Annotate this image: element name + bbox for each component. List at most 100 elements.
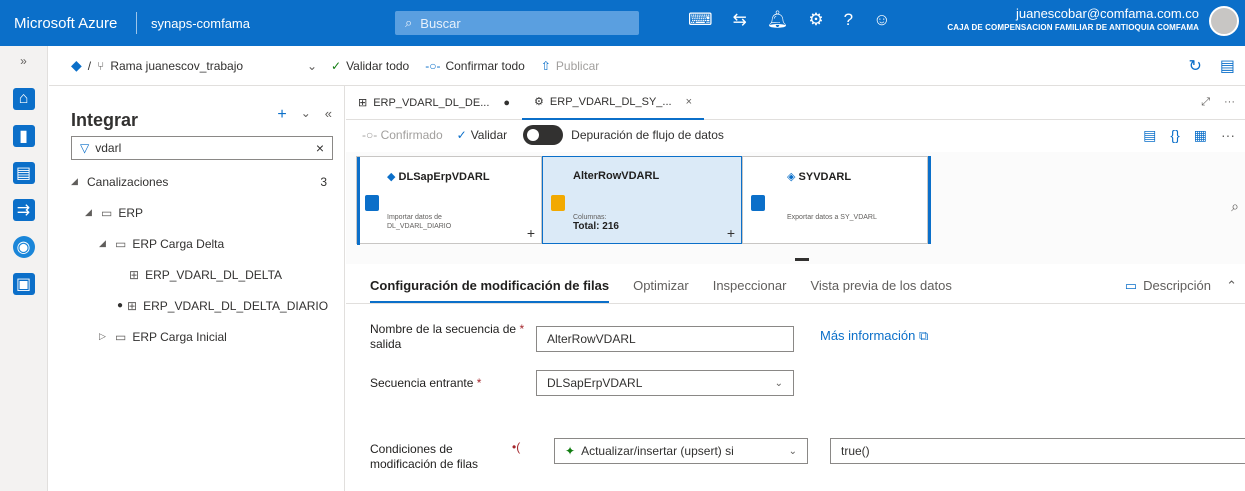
collapse-panel-icon[interactable]: « bbox=[325, 106, 332, 124]
debug-toggle[interactable] bbox=[523, 125, 564, 145]
branch-selector[interactable]: ◆ / ⑂ Rama juanescov_trabajo ⌄ bbox=[49, 57, 331, 74]
manage-icon[interactable]: ▣ bbox=[12, 273, 35, 295]
condition-type-select[interactable]: ✦ Actualizar/insertar (upsert) si ⌄ bbox=[554, 438, 808, 464]
more-icon[interactable]: ··· bbox=[1224, 96, 1235, 109]
tree-label: ERP_VDARL_DL_DELTA_DIARIO bbox=[143, 298, 329, 313]
commit-icon: -○- bbox=[425, 58, 441, 73]
caret-expanded-icon[interactable]: ◢ bbox=[85, 207, 101, 218]
validate-all-button[interactable]: ✓ Validar todo bbox=[331, 59, 409, 73]
tab-dataflow[interactable]: ⚙ ERP_VDARL_DL_SY_... × bbox=[522, 86, 705, 120]
notifications-icon[interactable]: 🔔︎ bbox=[767, 10, 789, 30]
data-icon[interactable]: ▮ bbox=[12, 125, 35, 147]
sink-node[interactable]: ◈ SYVDARL Exportar datos a SY_VDARL bbox=[742, 156, 928, 244]
tab-pipeline[interactable]: ⊞ ERP_VDARL_DL_DE... ● bbox=[346, 86, 522, 120]
alter-row-icon bbox=[551, 195, 565, 211]
collapse-all-icon[interactable]: ⌄ bbox=[301, 106, 311, 124]
tab-preview[interactable]: Vista previa de los datos bbox=[810, 278, 951, 293]
feedback-icon[interactable]: ☺ bbox=[873, 10, 890, 30]
debug-label: Depuración de flujo de datos bbox=[571, 128, 724, 142]
publish-label: Publicar bbox=[555, 58, 600, 73]
unsaved-dot-icon: ● bbox=[117, 300, 124, 311]
top-header: Microsoft Azure synaps-comfama ⌕ Buscar … bbox=[0, 0, 1245, 46]
branch-icon: ⑂ bbox=[97, 58, 105, 73]
integrate-icon[interactable]: ⇉ bbox=[12, 199, 35, 221]
confirmed-button[interactable]: -○- Confirmado bbox=[362, 128, 443, 142]
tree-label: Canalizaciones bbox=[87, 174, 169, 189]
add-transform-button[interactable]: + bbox=[527, 225, 535, 241]
account-info[interactable]: juanescobar@comfama.com.co CAJA DE COMPE… bbox=[947, 6, 1199, 32]
expand-rail-icon[interactable]: » bbox=[0, 46, 47, 76]
required-marker: •( bbox=[512, 440, 521, 454]
git-toolbar: ◆ / ⑂ Rama juanescov_trabajo ⌄ ✓ Validar… bbox=[49, 46, 1245, 86]
source-desc: Importar datos de DL_VDARL_DIARIO bbox=[387, 213, 451, 231]
tab-config[interactable]: Configuración de modificación de filas bbox=[370, 268, 610, 303]
checkmark-icon: ✓ bbox=[456, 128, 467, 142]
brand-label[interactable]: Microsoft Azure bbox=[0, 15, 136, 32]
home-icon[interactable]: ⌂ bbox=[12, 88, 35, 110]
chevron-down-icon: ⌄ bbox=[306, 58, 317, 73]
incoming-stream-select[interactable]: DLSapErpVDARL ⌄ bbox=[536, 370, 794, 396]
dataflow-canvas[interactable]: ◆ DLSapErpVDARL Importar datos de DL_VDA… bbox=[346, 152, 1245, 264]
sink-desc: Exportar datos a SY_VDARL bbox=[787, 214, 877, 221]
document-icon[interactable]: ▤ bbox=[1220, 56, 1235, 76]
search-input[interactable]: ⌕ Buscar bbox=[395, 11, 639, 35]
publish-button[interactable]: ⇧ Publicar bbox=[541, 59, 599, 73]
search-icon[interactable]: ⌕ bbox=[1231, 198, 1239, 215]
workspace-name[interactable]: synaps-comfama bbox=[137, 16, 377, 31]
source-node[interactable]: ◆ DLSapErpVDARL Importar datos de DL_VDA… bbox=[356, 156, 542, 245]
alter-desc: Columnas: Total: 216 bbox=[573, 213, 619, 232]
pipelines-count: 3 bbox=[320, 174, 327, 189]
more-info-link[interactable]: Más información ⧉ bbox=[820, 328, 928, 344]
output-stream-input[interactable]: AlterRowVDARL bbox=[536, 326, 794, 352]
required-marker: * bbox=[519, 322, 525, 336]
tree-item-carga-delta[interactable]: ◢ ▭ ERP Carga Delta bbox=[71, 228, 337, 259]
clear-filter-icon[interactable]: × bbox=[316, 140, 324, 156]
tab-optimize[interactable]: Optimizar bbox=[633, 278, 689, 293]
help-icon[interactable]: ? bbox=[844, 10, 853, 30]
alter-row-node[interactable]: AlterRowVDARL Columnas: Total: 216 + bbox=[542, 156, 742, 244]
develop-icon[interactable]: ▤ bbox=[12, 162, 35, 184]
close-icon[interactable]: × bbox=[686, 96, 692, 108]
avatar[interactable] bbox=[1209, 6, 1239, 36]
tree-label: ERP Carga Delta bbox=[132, 236, 225, 251]
description-label: Descripción bbox=[1143, 278, 1211, 293]
validate-all-label: Validar todo bbox=[346, 58, 410, 73]
caret-collapsed-icon[interactable]: ▷ bbox=[99, 331, 115, 342]
condition-expression-input[interactable]: true() bbox=[830, 438, 1245, 464]
sink-title: SYVDARL bbox=[798, 171, 852, 183]
tree-item-pipeline[interactable]: ● ⊞ ERP_VDARL_DL_DELTA_DIARIO bbox=[71, 290, 337, 321]
directory-filter-icon[interactable]: ⇆ bbox=[733, 10, 747, 30]
checkmark-icon: ✓ bbox=[331, 58, 342, 73]
cloud-shell-icon[interactable]: ⌨ bbox=[688, 10, 713, 30]
more-info-label: Más información bbox=[820, 328, 916, 343]
caret-expanded-icon[interactable]: ◢ bbox=[99, 238, 115, 249]
monitor-icon[interactable]: ◉ bbox=[12, 236, 35, 258]
tree-item-carga-inicial[interactable]: ▷ ▭ ERP Carga Inicial bbox=[71, 321, 337, 352]
pipeline-icon: ⊞ bbox=[358, 97, 368, 109]
resize-handle[interactable] bbox=[795, 258, 809, 261]
settings-icon[interactable]: ⚙ bbox=[808, 10, 823, 30]
more-icon[interactable]: ··· bbox=[1221, 127, 1235, 144]
resource-tree: ◢ Canalizaciones 3 ◢ ▭ ERP ◢ ▭ ERP Carga… bbox=[71, 166, 337, 352]
properties-icon[interactable]: ▤ bbox=[1143, 127, 1156, 144]
output-label-2: salida bbox=[370, 337, 402, 351]
caret-expanded-icon[interactable]: ◢ bbox=[71, 176, 87, 187]
add-transform-button[interactable]: + bbox=[727, 225, 735, 241]
conditions-label-2: modificación de filas bbox=[370, 457, 479, 471]
commit-all-button[interactable]: -○- Confirmar todo bbox=[425, 59, 525, 73]
validate-button[interactable]: ✓ Validar bbox=[457, 128, 508, 142]
add-icon[interactable]: + bbox=[277, 106, 286, 124]
panel-title: Integrar bbox=[71, 110, 139, 130]
description-button[interactable]: ▭ Descripción bbox=[1125, 278, 1211, 294]
tree-item-pipeline[interactable]: ⊞ ERP_VDARL_DL_DELTA bbox=[71, 259, 337, 290]
script-icon[interactable]: ▦ bbox=[1194, 127, 1207, 144]
tree-item-erp[interactable]: ◢ ▭ ERP bbox=[71, 197, 337, 228]
code-icon[interactable]: {} bbox=[1170, 127, 1179, 144]
expand-icon[interactable]: ⤢ bbox=[1201, 96, 1210, 109]
refresh-icon[interactable]: ↻ bbox=[1188, 56, 1201, 76]
tree-item-pipelines[interactable]: ◢ Canalizaciones 3 bbox=[71, 166, 337, 197]
tab-inspect[interactable]: Inspeccionar bbox=[713, 278, 787, 293]
chevron-up-icon[interactable]: ⌃ bbox=[1226, 278, 1237, 294]
filter-input[interactable]: ▽ vdarl × bbox=[71, 136, 333, 160]
chevron-down-icon: ⌄ bbox=[774, 377, 783, 389]
